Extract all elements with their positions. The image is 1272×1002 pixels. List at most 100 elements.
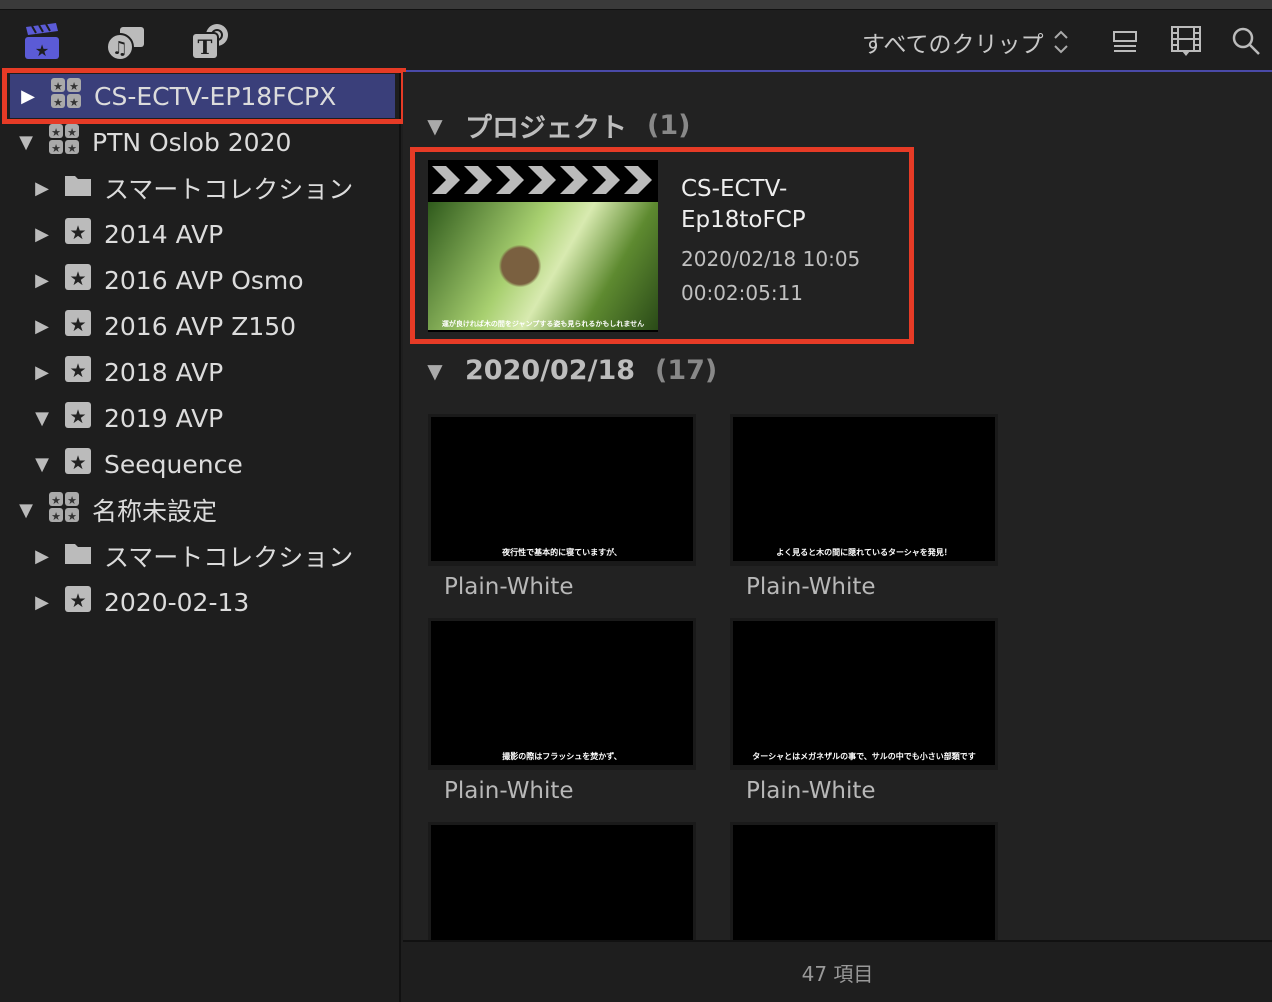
svg-text:★: ★	[53, 80, 63, 93]
sidebar-item[interactable]: ▶ ★ 2018 AVP	[0, 350, 398, 394]
sidebar-item-label: PTN Oslob 2020	[92, 127, 292, 157]
sidebar-item-label: 2014 AVP	[104, 219, 224, 249]
clip-thumbnail[interactable]: ターシャとはメガネザルの事で、サルの中でも小さい部類です	[730, 618, 998, 770]
sidebar-item-label: 2018 AVP	[104, 357, 224, 387]
disclosure-expanded-icon[interactable]: ▼	[32, 454, 52, 475]
folder-icon	[64, 541, 92, 571]
svg-text:★: ★	[69, 314, 86, 336]
window-top-strip	[0, 0, 1272, 10]
disclosure-collapsed-icon[interactable]: ▶	[32, 316, 52, 337]
disclosure-collapsed-icon[interactable]: ▶	[32, 178, 52, 199]
highlight-frame	[410, 147, 914, 344]
event-icon: ★	[64, 401, 92, 435]
svg-text:★: ★	[69, 452, 86, 474]
clip-name: Plain-White	[746, 574, 876, 600]
svg-text:★: ★	[69, 80, 79, 93]
disclosure-triangle-icon[interactable]: ▼	[425, 114, 445, 138]
up-down-chevron-icon	[1054, 30, 1069, 54]
sidebar-item[interactable]: ▶ ★ 2016 AVP Z150	[0, 304, 398, 348]
sidebar-item[interactable]: ▶ ★ 2020-02-13	[0, 580, 398, 624]
svg-text:★: ★	[51, 126, 61, 139]
browser-toolbar: ★ ♫ T すべてのクリップ	[0, 11, 1272, 71]
svg-text:★: ★	[69, 406, 86, 428]
svg-text:♫: ♫	[112, 38, 128, 59]
sidebar-item-label: 2019 AVP	[104, 403, 224, 433]
disclosure-expanded-icon[interactable]: ▼	[16, 500, 36, 521]
sidebar-item[interactable]: ▼ ★ 2019 AVP	[0, 396, 398, 440]
svg-text:★: ★	[67, 126, 77, 139]
sidebar-item[interactable]: ▶ ★ 2016 AVP Osmo	[0, 258, 398, 302]
disclosure-collapsed-icon[interactable]: ▶	[32, 546, 52, 567]
library-icon: ★ ★ ★ ★	[50, 77, 82, 115]
section-title: プロジェクト	[465, 113, 627, 144]
filmstrip-view-icon[interactable]	[1170, 25, 1202, 57]
sidebar-item-label: スマートコレクション	[104, 175, 354, 204]
section-count: (1)	[647, 110, 691, 141]
sidebar-item-label: 2016 AVP Z150	[104, 311, 297, 341]
clip-subtitle-text: ターシャとはメガネザルの事で、サルの中でも小さい部類です	[752, 752, 976, 761]
libraries-icon[interactable]: ★	[24, 23, 60, 61]
library-icon: ★ ★ ★ ★	[48, 491, 80, 529]
disclosure-triangle-icon[interactable]: ▼	[425, 359, 445, 383]
event-icon: ★	[64, 263, 92, 297]
sidebar-item[interactable]: ▶ スマートコレクション	[0, 166, 398, 210]
sidebar-item[interactable]: ▶ ★ 2014 AVP	[0, 212, 398, 256]
list-view-icon[interactable]	[1112, 29, 1140, 55]
library-icon: ★ ★ ★ ★	[48, 123, 80, 161]
sidebar-item-label: 2016 AVP Osmo	[104, 265, 304, 295]
sidebar-item[interactable]: ▶ ★ ★ ★ ★ CS-ECTV-EP18FCPX	[10, 74, 395, 118]
disclosure-collapsed-icon[interactable]: ▶	[32, 362, 52, 383]
svg-text:★: ★	[69, 96, 79, 109]
clip-thumbnail[interactable]: よく見ると木の間に隠れているターシャを発見！	[730, 414, 998, 566]
sidebar-item-label: 名称未設定	[92, 497, 218, 526]
svg-text:★: ★	[51, 494, 61, 507]
titles-generators-icon[interactable]: T	[190, 23, 230, 61]
clip-name: Plain-White	[444, 574, 574, 600]
status-bar: 47 項目	[403, 940, 1272, 1002]
sidebar-item[interactable]: ▶ スマートコレクション	[0, 534, 398, 578]
svg-text:★: ★	[69, 268, 86, 290]
item-count: 47 項目	[801, 961, 874, 986]
folder-icon	[64, 173, 92, 203]
section-title: 2020/02/18	[465, 355, 636, 386]
clip-subtitle-text: 夜行性で基本的に寝ていますが、	[502, 548, 622, 557]
clip-name: Plain-White	[444, 778, 574, 804]
date-section-header[interactable]: ▼ 2020/02/18 (17)	[425, 355, 717, 386]
svg-text:★: ★	[35, 41, 49, 60]
svg-text:★: ★	[67, 510, 77, 523]
svg-text:★: ★	[67, 494, 77, 507]
disclosure-expanded-icon[interactable]: ▼	[16, 132, 36, 153]
event-icon: ★	[64, 309, 92, 343]
sidebar-item-label: Seequence	[104, 449, 243, 479]
library-sidebar: ▶ ★ ★ ★ ★ CS-ECTV-EP18FCPX ▼ ★ ★ ★ ★ PTN Oslob 2020…	[0, 72, 401, 1002]
svg-text:T: T	[198, 35, 213, 59]
sidebar-item[interactable]: ▼ ★ ★ ★ ★ 名称未設定	[0, 488, 398, 532]
sidebar-item[interactable]: ▼ ★ Seequence	[0, 442, 398, 486]
sidebar-item[interactable]: ▼ ★ ★ ★ ★ PTN Oslob 2020	[0, 120, 398, 164]
svg-text:★: ★	[51, 510, 61, 523]
project-section-header[interactable]: ▼ プロジェクト (1)	[425, 106, 690, 145]
clip-thumbnail[interactable]: 撮影の際はフラッシュを焚かず、	[428, 618, 696, 770]
svg-text:★: ★	[69, 590, 86, 612]
event-icon: ★	[64, 585, 92, 619]
disclosure-collapsed-icon[interactable]: ▶	[32, 592, 52, 613]
sidebar-item-label: CS-ECTV-EP18FCPX	[94, 81, 337, 111]
clip-name: Plain-White	[746, 778, 876, 804]
disclosure-expanded-icon[interactable]: ▼	[32, 408, 52, 429]
clip-subtitle-text: 撮影の際はフラッシュを焚かず、	[502, 752, 622, 761]
clip-thumbnail[interactable]: 夜行性で基本的に寝ていますが、	[428, 414, 696, 566]
clip-filter-label: すべてのクリップ	[862, 32, 1044, 58]
photos-audio-icon[interactable]: ♫	[106, 23, 146, 61]
clip-filter-popup[interactable]: すべてのクリップ	[862, 25, 1071, 59]
disclosure-collapsed-icon[interactable]: ▶	[18, 86, 38, 107]
event-icon: ★	[64, 355, 92, 389]
svg-text:★: ★	[51, 142, 61, 155]
disclosure-collapsed-icon[interactable]: ▶	[32, 270, 52, 291]
event-icon: ★	[64, 217, 92, 251]
svg-text:★: ★	[53, 96, 63, 109]
section-count: (17)	[655, 355, 718, 386]
sidebar-item-label: 2020-02-13	[104, 587, 250, 617]
svg-text:★: ★	[69, 360, 86, 382]
search-icon[interactable]	[1232, 27, 1262, 57]
disclosure-collapsed-icon[interactable]: ▶	[32, 224, 52, 245]
